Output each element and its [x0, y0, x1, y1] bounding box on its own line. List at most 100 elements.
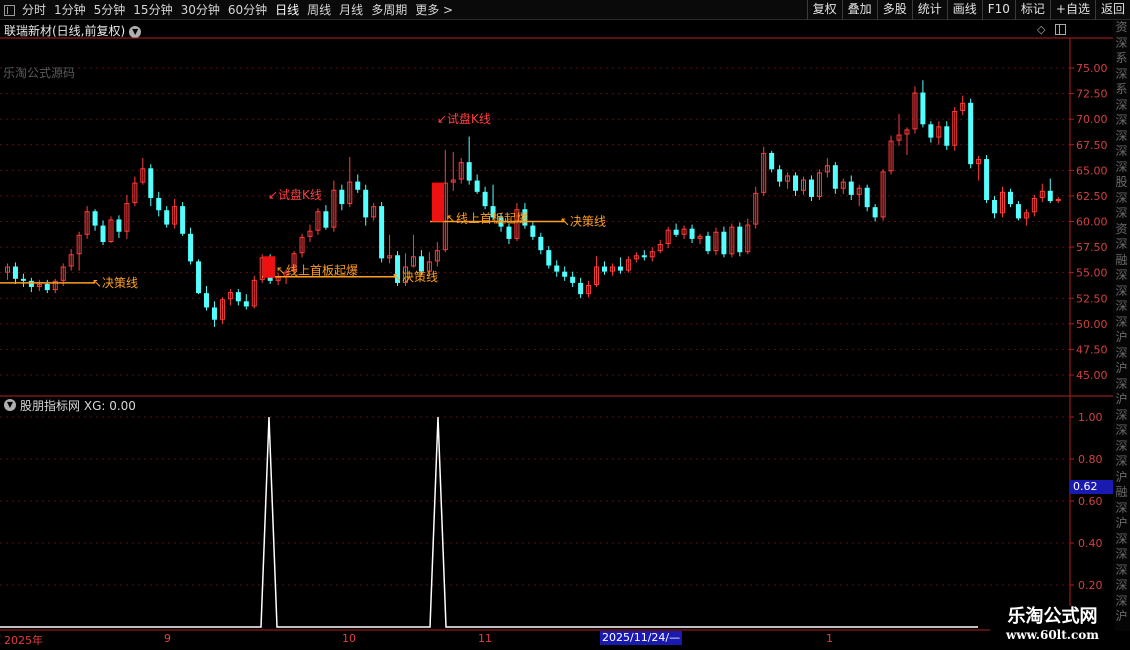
- indicator-name: 股朋指标网: [20, 398, 81, 413]
- candle-body: [530, 225, 536, 237]
- layout-icon[interactable]: [4, 4, 15, 16]
- side-strip-char: 融: [1115, 485, 1128, 499]
- chevron-down-icon[interactable]: ▼: [129, 25, 142, 38]
- candle-body: [952, 110, 958, 146]
- up-candle: [625, 256, 631, 273]
- down-candle: [379, 202, 385, 263]
- candle-body: [888, 140, 894, 172]
- down-candle: [777, 165, 783, 187]
- chevron-down-icon[interactable]: ▼: [4, 399, 16, 411]
- candle-body: [785, 175, 791, 182]
- tab-period-fenshi[interactable]: 分时: [18, 2, 50, 18]
- tab-period-5min[interactable]: 5分钟: [90, 2, 130, 18]
- candle-body: [227, 292, 233, 300]
- side-strip-char: 深: [1115, 113, 1128, 127]
- price-tick-label: 67.50: [1076, 139, 1108, 152]
- candle-body: [729, 226, 735, 255]
- down-candle: [12, 262, 18, 284]
- draw-line-button[interactable]: 画线: [946, 0, 982, 20]
- add-watchlist-button[interactable]: +自选: [1049, 0, 1095, 20]
- side-strip-char: 深: [1115, 299, 1128, 313]
- up-candle: [219, 297, 225, 324]
- multi-stock-button[interactable]: 多股: [876, 0, 912, 20]
- candle-body: [426, 261, 432, 272]
- candle-body: [896, 134, 902, 141]
- fuquan-button[interactable]: 复权: [806, 0, 842, 20]
- candle-body: [450, 179, 456, 183]
- candle-body: [992, 200, 998, 214]
- down-candle: [832, 162, 838, 194]
- indicator-title[interactable]: 股朋指标网 XG: 0.00: [20, 397, 136, 414]
- tab-period-more[interactable]: 更多 >: [411, 2, 457, 18]
- mark-button[interactable]: 标记: [1014, 0, 1050, 20]
- tab-period-weekly[interactable]: 周线: [303, 2, 335, 18]
- back-button[interactable]: 返回: [1094, 0, 1130, 20]
- candle-body: [219, 299, 225, 320]
- diamond-icon[interactable]: ◇: [1037, 23, 1045, 36]
- candle-body: [713, 231, 719, 252]
- down-candle: [602, 261, 607, 275]
- candle-body: [204, 293, 209, 308]
- price-axis: 75.00 72.50 70.00 67.50 65.00 62.50 60.00 57.50…: [1070, 62, 1108, 382]
- candle-body: [816, 172, 822, 197]
- candle-body: [872, 207, 878, 218]
- panel-toggle-icon[interactable]: [1055, 24, 1066, 35]
- price-tick-label: 45.00: [1076, 369, 1108, 382]
- side-strip-char: 深: [1115, 268, 1128, 282]
- tab-period-monthly[interactable]: 月线: [335, 2, 367, 18]
- candle-body: [936, 126, 942, 138]
- candle-body: [315, 211, 321, 231]
- down-candle: [395, 251, 401, 286]
- candle-body: [840, 181, 846, 189]
- candle-body: [108, 219, 114, 242]
- price-tick-label: 47.50: [1076, 343, 1108, 356]
- up-candle: [60, 263, 66, 286]
- tab-period-30min[interactable]: 30分钟: [177, 2, 224, 18]
- side-strip-char: 深: [1115, 128, 1128, 143]
- down-candle: [538, 232, 544, 255]
- up-candle: [347, 157, 353, 208]
- main-chart[interactable]: 75.00 72.50 70.00 67.50 65.00 62.50 60.00 57.50…: [0, 0, 1130, 650]
- tab-period-1min[interactable]: 1分钟: [50, 2, 90, 18]
- candle-body: [124, 203, 130, 232]
- xg-signal-line: [0, 416, 978, 628]
- down-candle: [721, 226, 727, 258]
- up-candle: [124, 194, 130, 239]
- up-candle: [816, 169, 822, 201]
- side-strip-char: 深: [1115, 237, 1128, 251]
- down-candle: [546, 246, 552, 269]
- signal-annotations: ↖决策线 ↖决策线 ↖决策线 ↖线上首板起爆 ↖线上首板起爆 ↙试盘K线 ↙试盘K线: [0, 111, 606, 290]
- side-strip-char: 深: [1115, 438, 1128, 453]
- candle-body: [490, 206, 496, 218]
- candle-body: [1000, 191, 1005, 214]
- side-strip-char: 沪: [1115, 361, 1128, 375]
- chart-title[interactable]: 联瑞新材(日线,前复权) ▼: [4, 22, 142, 39]
- breakout-label: ↖线上首板起爆: [446, 211, 528, 225]
- tab-period-15min[interactable]: 15分钟: [129, 2, 176, 18]
- up-candle: [586, 280, 592, 298]
- up-candle: [5, 263, 10, 280]
- candle-body: [777, 169, 783, 182]
- down-candle: [808, 175, 814, 202]
- up-candle: [745, 218, 751, 255]
- down-candle: [920, 80, 926, 128]
- f10-button[interactable]: F10: [981, 0, 1015, 20]
- side-strip-char: 融: [1115, 252, 1128, 267]
- down-candle: [737, 222, 743, 257]
- tab-period-daily[interactable]: 日线: [271, 2, 303, 18]
- tab-period-60min[interactable]: 60分钟: [224, 2, 271, 18]
- tab-period-multi[interactable]: 多周期: [367, 2, 411, 18]
- candle-body: [705, 235, 711, 252]
- side-list-strip[interactable]: 资深系深系深深深深深股深深资深融深深深深沪深沪深沪深深深深沪融深沪深深深深深沪: [1113, 20, 1130, 632]
- down-candle: [506, 223, 512, 245]
- candle-body: [371, 206, 377, 218]
- statistics-button[interactable]: 统计: [911, 0, 947, 20]
- indicator-header: ▼ 股朋指标网 XG: 0.00: [0, 397, 136, 413]
- up-candle: [291, 251, 297, 275]
- decision-label: ↖决策线: [392, 270, 438, 284]
- candle-body: [912, 92, 918, 130]
- up-candle: [52, 278, 58, 294]
- candle-body: [410, 256, 416, 267]
- candle-body: [578, 282, 584, 295]
- overlay-button[interactable]: 叠加: [841, 0, 877, 20]
